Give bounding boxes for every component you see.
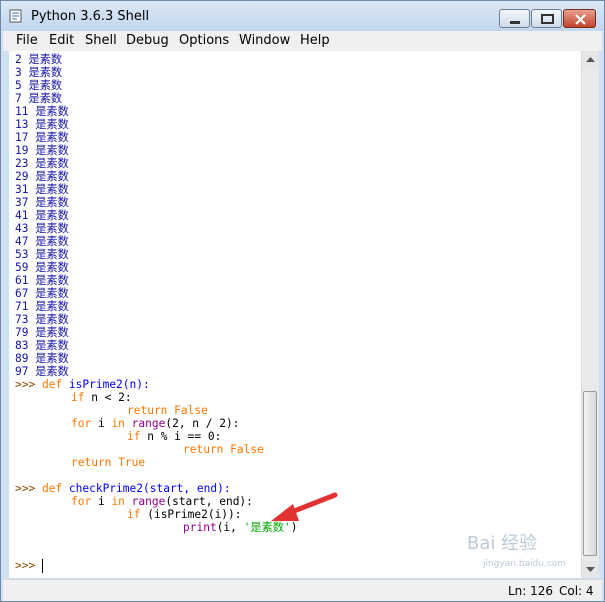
code-line: >>> def checkPrime2(start, end): bbox=[15, 482, 231, 495]
output-line: 3 是素数 bbox=[15, 66, 63, 79]
text-cursor bbox=[42, 559, 43, 573]
chevron-down-icon bbox=[586, 567, 595, 572]
scroll-thumb[interactable] bbox=[583, 391, 597, 556]
code-line: if (isPrime2(i)): bbox=[127, 508, 242, 521]
minimize-button[interactable] bbox=[499, 9, 530, 28]
output-line: 43 是素数 bbox=[15, 222, 69, 235]
output-line: 23 是素数 bbox=[15, 157, 69, 170]
output-line: 61 是素数 bbox=[15, 274, 69, 287]
output-line: 19 是素数 bbox=[15, 144, 69, 157]
output-line: 71 是素数 bbox=[15, 300, 69, 313]
output-line: 7 是素数 bbox=[15, 92, 63, 105]
menu-file[interactable]: File bbox=[16, 33, 38, 48]
code-line: if n % i == 0: bbox=[127, 430, 222, 443]
output-line: 79 是素数 bbox=[15, 326, 69, 339]
code-line: return False bbox=[127, 404, 208, 417]
minimize-icon bbox=[510, 21, 520, 24]
output-line: 31 是素数 bbox=[15, 183, 69, 196]
code-line: if n < 2: bbox=[71, 391, 132, 404]
scroll-down-button[interactable] bbox=[582, 561, 599, 578]
output-line: 59 是素数 bbox=[15, 261, 69, 274]
menu-bar: File Edit Shell Debug Options Window Hel… bbox=[3, 31, 602, 51]
window-title: Python 3.6.3 Shell bbox=[31, 9, 150, 24]
output-line: 47 是素数 bbox=[15, 235, 69, 248]
output-line: 73 是素数 bbox=[15, 313, 69, 326]
status-column: Col: 4 bbox=[559, 584, 594, 598]
watermark-url: jingyan.baidu.com bbox=[483, 559, 567, 569]
output-line: 13 是素数 bbox=[15, 118, 69, 131]
code-line: return False bbox=[183, 443, 264, 456]
menu-window[interactable]: Window bbox=[239, 33, 290, 48]
output-line: 89 是素数 bbox=[15, 352, 69, 365]
menu-shell[interactable]: Shell bbox=[85, 33, 117, 48]
close-icon bbox=[575, 14, 586, 25]
code-line: return True bbox=[71, 456, 146, 469]
scroll-up-button[interactable] bbox=[582, 51, 599, 68]
output-line: 53 是素数 bbox=[15, 248, 69, 261]
output-line: 97 是素数 bbox=[15, 365, 69, 378]
menu-help[interactable]: Help bbox=[300, 33, 330, 48]
menu-edit[interactable]: Edit bbox=[49, 33, 74, 48]
output-line: 41 是素数 bbox=[15, 209, 69, 222]
title-bar[interactable]: Python 3.6.3 Shell bbox=[1, 1, 604, 31]
python-app-icon bbox=[9, 9, 22, 23]
output-line: 17 是素数 bbox=[15, 131, 69, 144]
shell-editor[interactable]: 2 是素数 3 是素数 5 是素数 7 是素数 11 是素数 13 是素数 17 是素数 19… bbox=[9, 51, 581, 578]
maximize-icon bbox=[541, 14, 554, 24]
menu-options[interactable]: Options bbox=[179, 33, 229, 48]
output-line: 67 是素数 bbox=[15, 287, 69, 300]
output-line: 2 是素数 bbox=[15, 53, 63, 66]
vertical-scrollbar[interactable] bbox=[581, 51, 599, 578]
menu-debug[interactable]: Debug bbox=[126, 33, 169, 48]
output-line: 37 是素数 bbox=[15, 196, 69, 209]
output-line: 5 是素数 bbox=[15, 79, 63, 92]
status-line: Ln: 126 bbox=[508, 584, 554, 598]
idle-shell-window: Python 3.6.3 Shell File Edit Shell Debug… bbox=[0, 0, 605, 602]
code-line: for i in range(2, n / 2): bbox=[71, 417, 240, 430]
output-line: 83 是素数 bbox=[15, 339, 69, 352]
watermark: Bai 经验 bbox=[467, 533, 538, 554]
code-line: for i in range(start, end): bbox=[71, 495, 253, 508]
chevron-up-icon bbox=[586, 57, 595, 62]
output-line: 11 是素数 bbox=[15, 105, 69, 118]
red-arrow-annotation bbox=[271, 492, 338, 521]
close-button[interactable] bbox=[563, 9, 596, 28]
status-bar: Ln: 126 Col: 4 bbox=[3, 579, 602, 601]
maximize-button[interactable] bbox=[531, 9, 562, 28]
output-line: 29 是素数 bbox=[15, 170, 69, 183]
shell-prompt: >>> bbox=[15, 559, 42, 572]
code-line: >>> def isPrime2(n): bbox=[15, 378, 150, 391]
